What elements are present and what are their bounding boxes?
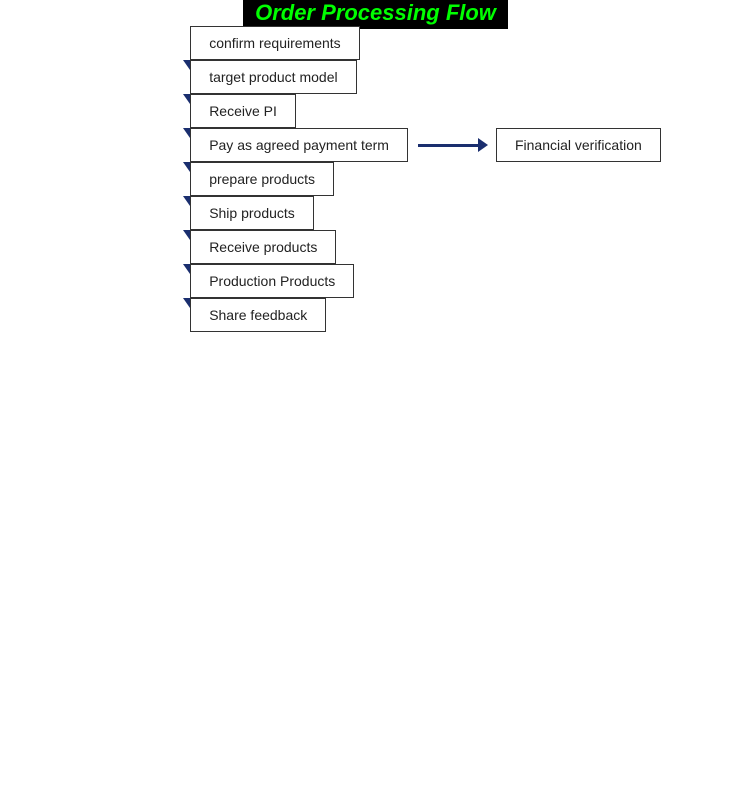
page-title: Order Processing Flow xyxy=(243,0,508,29)
step-ship-products: Ship products xyxy=(190,196,314,230)
step-receive-products: Receive products xyxy=(190,230,336,264)
arrow-right xyxy=(418,138,488,152)
step-target-product-model: target product model xyxy=(190,60,356,94)
flow-container: confirm requirements target product mode… xyxy=(90,26,661,332)
step-prepare-products: prepare products xyxy=(190,162,334,196)
step-pay-as-agreed: Pay as agreed payment term xyxy=(190,128,408,162)
step-production-products: Production Products xyxy=(190,264,354,298)
pay-row: Pay as agreed payment term Financial ver… xyxy=(190,128,661,162)
step-share-feedback: Share feedback xyxy=(190,298,326,332)
page-title-container: Order Processing Flow xyxy=(243,0,508,26)
step-receive-pi: Receive PI xyxy=(190,94,296,128)
step-financial-verification: Financial verification xyxy=(496,128,661,162)
step-confirm-requirements: confirm requirements xyxy=(190,26,360,60)
